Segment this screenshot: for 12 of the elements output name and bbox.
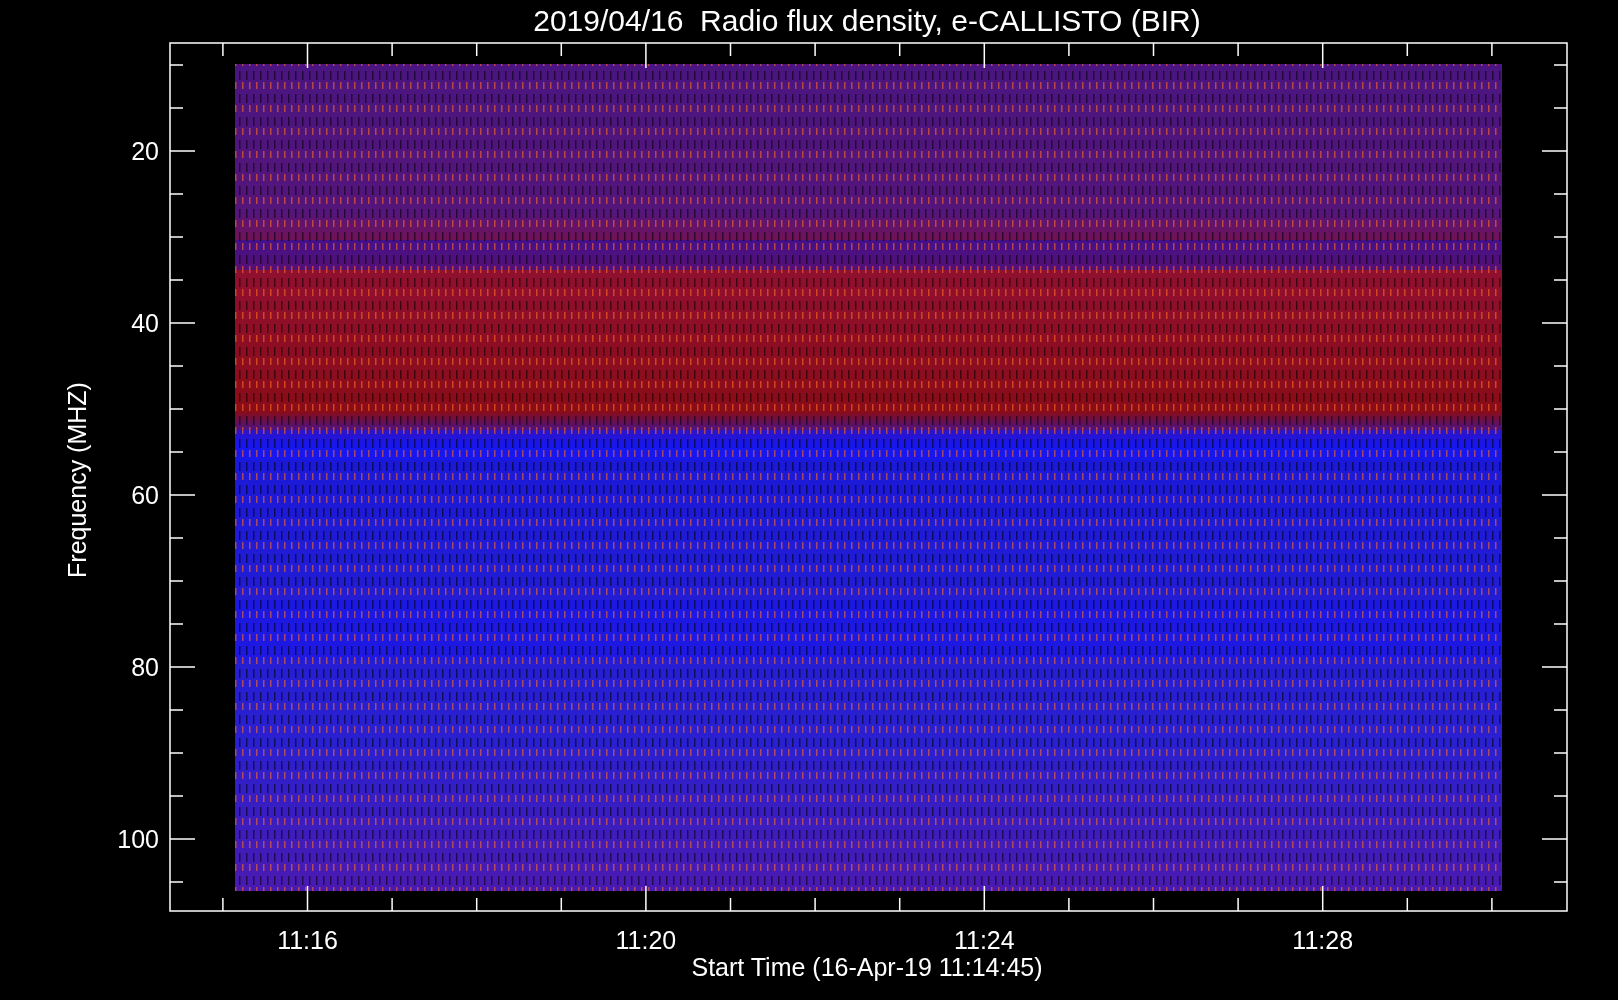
axis-label: Start Time (16-Apr-19 11:14:45): [691, 953, 1043, 981]
tick-label: 11:16: [277, 926, 338, 954]
tick-label: 80: [131, 653, 159, 681]
tick-label: 60: [131, 481, 159, 509]
tick-label: 100: [117, 825, 159, 853]
tick-label: 20: [131, 137, 159, 165]
tick-label: 11:28: [1292, 926, 1354, 954]
chart-title: 2019/04/16 Radio flux density, e-CALLISTO (BIR): [533, 4, 1201, 37]
tick-label: 40: [131, 309, 159, 337]
tick-label: 11:24: [953, 926, 1015, 954]
axis-label: Frequency (MHZ): [63, 382, 91, 578]
tick-label: 11:20: [615, 926, 677, 954]
